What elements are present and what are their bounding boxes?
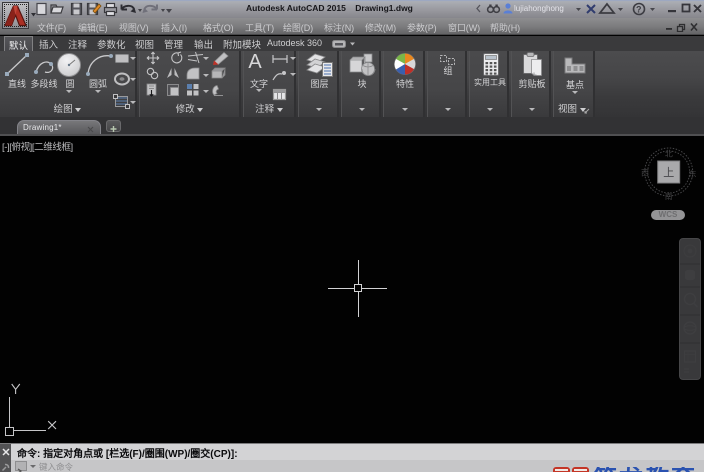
svg-text:北: 北 (665, 149, 673, 160)
svg-text:西: 西 (641, 168, 649, 179)
svg-text:?: ? (636, 5, 642, 15)
svg-text:上: 上 (663, 164, 674, 180)
svg-text:lujiahonghong: lujiahonghong (514, 4, 564, 13)
svg-text:东: 东 (689, 169, 697, 180)
svg-text:南: 南 (665, 191, 673, 202)
